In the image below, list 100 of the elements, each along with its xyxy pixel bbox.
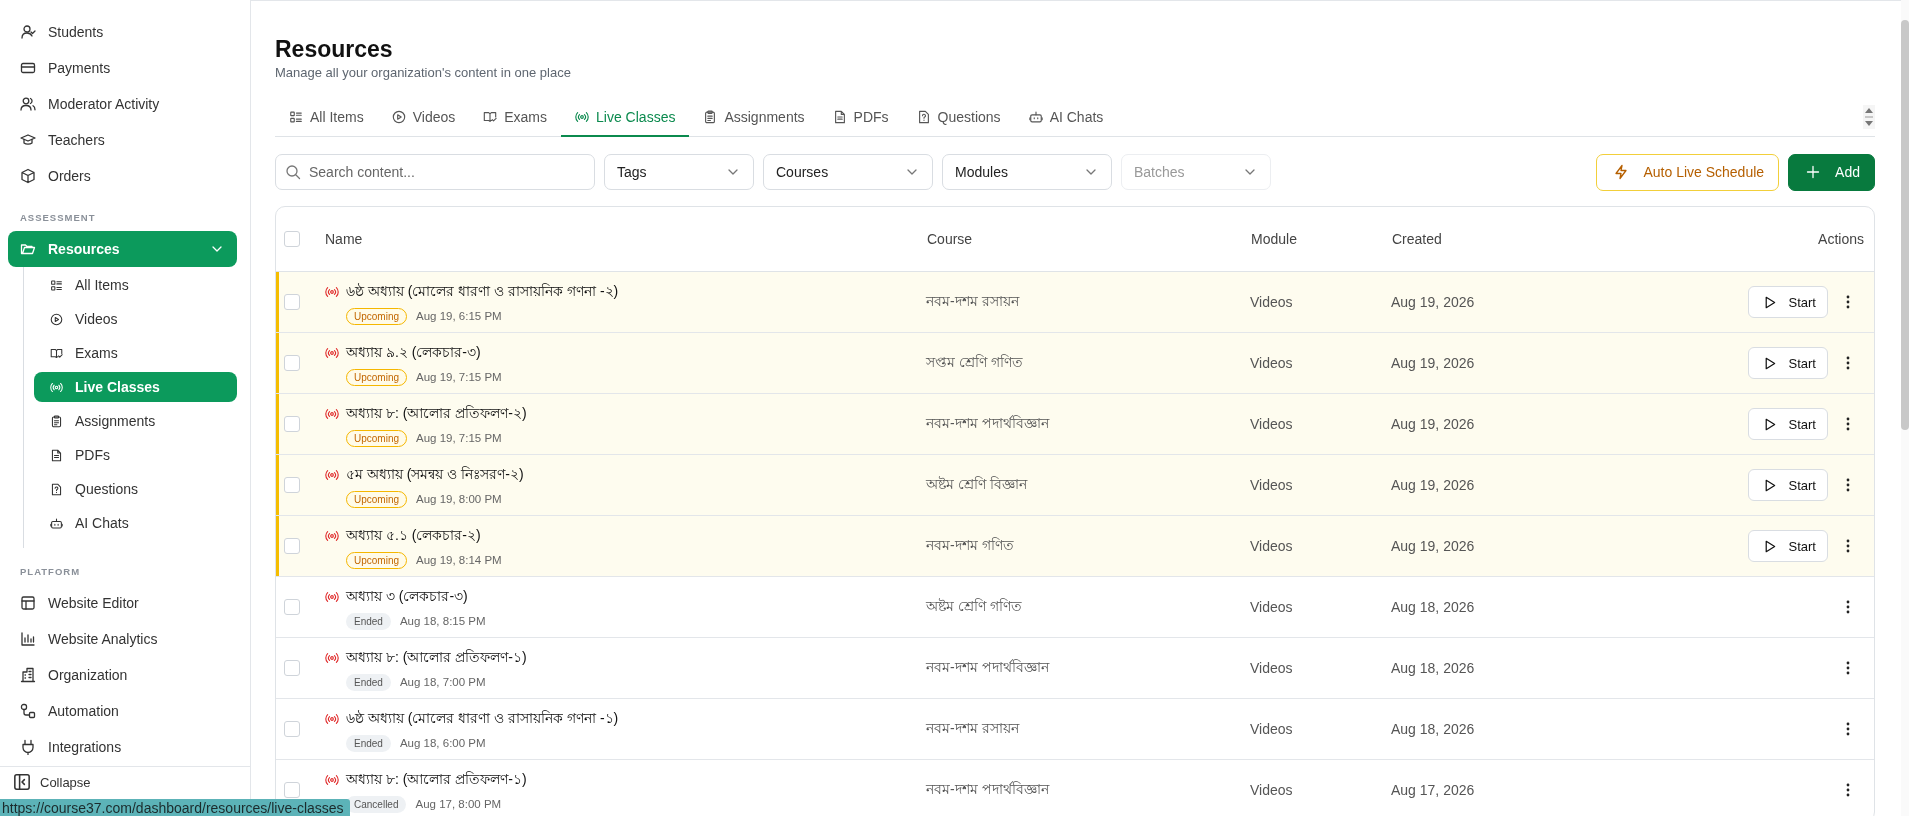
more-icon[interactable] <box>1846 356 1850 370</box>
checkbox[interactable] <box>284 477 300 493</box>
start-button[interactable]: Start <box>1747 408 1828 440</box>
more-icon[interactable] <box>1846 600 1850 614</box>
status-badge: Upcoming <box>346 490 408 508</box>
play-circle-icon <box>50 312 63 326</box>
sidebar-item[interactable]: Integrations <box>8 729 237 765</box>
start-button[interactable]: Start <box>1747 530 1828 562</box>
module-name: Videos <box>1250 538 1293 554</box>
course-name: নবম-দশম পদার্থবিজ্ঞান <box>926 781 1049 797</box>
checkbox[interactable] <box>284 782 300 798</box>
collapse-button[interactable]: Collapse <box>0 766 250 797</box>
sidebar-item[interactable]: Students <box>8 14 237 50</box>
checkbox[interactable] <box>284 231 300 247</box>
scrollbar[interactable] <box>1901 0 1909 816</box>
sidebar-item[interactable]: Teachers <box>8 122 237 158</box>
panel-icon <box>14 774 30 790</box>
sidebar-item[interactable]: Resources <box>8 231 237 267</box>
column-header: Course <box>927 231 973 247</box>
filter-dropdown[interactable]: Courses <box>763 154 933 190</box>
course-name: নবম-দশম পদার্থবিজ্ঞান <box>926 415 1049 431</box>
broadcast-icon <box>325 528 339 543</box>
checkbox[interactable] <box>284 355 300 371</box>
broadcast-icon <box>325 345 339 360</box>
course-name: অষ্টম শ্রেণি গণিত <box>926 598 1022 614</box>
checkbox[interactable] <box>284 599 300 615</box>
start-button[interactable]: Start <box>1747 469 1828 501</box>
play-circle-icon <box>391 109 406 124</box>
sidebar-item[interactable]: Videos <box>34 302 237 336</box>
status-badge: Upcoming <box>346 429 408 447</box>
document-icon <box>832 109 847 124</box>
class-name: ৫ম অধ্যায় (সমন্বয় ও নিঃসরণ-২) <box>346 464 524 484</box>
start-button[interactable]: Start <box>1747 286 1828 318</box>
scroll-arrows-icon[interactable] <box>1863 105 1875 129</box>
status-badge: Ended <box>346 734 391 752</box>
checkbox[interactable] <box>284 660 300 676</box>
folder-icon <box>20 241 36 257</box>
schedule-button[interactable]: Auto Live Schedule <box>1596 153 1780 191</box>
page-subtitle: Manage all your organization's content in one place <box>275 65 572 80</box>
sidebar-item[interactable]: Payments <box>8 50 237 86</box>
course-name: অষ্টম শ্রেণি বিজ্ঞান <box>926 476 1027 492</box>
class-name: অধ্যায় ৫.১ (লেকচার-২) <box>346 525 481 545</box>
search-field[interactable]: Search content... <box>275 154 595 190</box>
building-icon <box>20 667 36 683</box>
more-icon[interactable] <box>1846 478 1850 492</box>
tab[interactable]: Questions <box>902 98 1015 137</box>
tab[interactable]: Exams <box>469 98 562 137</box>
checkbox[interactable] <box>284 294 300 310</box>
checkbox[interactable] <box>284 538 300 554</box>
course-name: নবম-দশম পদার্থবিজ্ঞান <box>926 659 1049 675</box>
tab[interactable]: Live Classes <box>561 98 690 137</box>
checkbox[interactable] <box>284 416 300 432</box>
class-name: ৬ষ্ঠ অধ্যায় (মোলের ধারণা ও রাসায়নিক গণনা -২) <box>346 281 619 301</box>
class-name: অধ্যায় ৩ (লেকচার-৩) <box>346 586 468 606</box>
sidebar-item[interactable]: AI Chats <box>34 506 237 540</box>
status-badge: Ended <box>346 673 391 691</box>
class-name: অধ্যায় ৮: (আলোর প্রতিফলণ-১) <box>346 769 527 789</box>
more-icon[interactable] <box>1846 722 1850 736</box>
filter-dropdown[interactable]: Modules <box>942 154 1112 190</box>
sidebar-item[interactable]: Automation <box>8 693 237 729</box>
more-icon[interactable] <box>1846 539 1850 553</box>
question-file-icon <box>916 109 931 124</box>
plug-icon <box>20 739 36 755</box>
start-button[interactable]: Start <box>1747 347 1828 379</box>
tab[interactable]: Videos <box>377 98 470 137</box>
column-header: Name <box>325 231 363 247</box>
checkbox[interactable] <box>284 721 300 737</box>
sidebar-item[interactable]: All Items <box>34 268 237 302</box>
column-header: Created <box>1392 231 1442 247</box>
sidebar-item[interactable]: Website Editor <box>8 585 237 621</box>
sidebar-item[interactable]: Moderator Activity <box>8 86 237 122</box>
broadcast-icon <box>575 109 590 124</box>
add-button[interactable]: Add <box>1788 153 1875 191</box>
layout-icon <box>20 595 36 611</box>
sidebar-item[interactable]: Orders <box>8 158 237 194</box>
sidebar-item[interactable]: Website Analytics <box>8 621 237 657</box>
created-date: Aug 19, 2026 <box>1391 355 1475 371</box>
more-icon[interactable] <box>1846 783 1850 797</box>
more-icon[interactable] <box>1846 661 1850 675</box>
sidebar-item[interactable]: Exams <box>34 336 237 370</box>
tab[interactable]: AI Chats <box>1014 98 1118 137</box>
package-icon <box>20 168 36 184</box>
tab[interactable]: All Items <box>275 98 378 137</box>
more-icon[interactable] <box>1846 417 1850 431</box>
class-name: ৬ষ্ঠ অধ্যায় (মোলের ধারণা ও রাসায়নিক গণনা -১) <box>346 708 619 728</box>
sidebar-item[interactable]: Questions <box>34 472 237 506</box>
created-date: Aug 19, 2026 <box>1391 294 1475 310</box>
robot-icon <box>50 516 63 530</box>
course-name: নবম-দশম রসায়ন <box>926 720 1019 736</box>
sidebar-item[interactable]: Organization <box>8 657 237 693</box>
module-name: Videos <box>1250 355 1293 371</box>
tab[interactable]: Assignments <box>689 98 819 137</box>
status-badge: Ended <box>346 612 391 630</box>
class-name: অধ্যায় ৯.২ (লেকচার-৩) <box>346 342 481 362</box>
sidebar-item[interactable]: PDFs <box>34 438 237 472</box>
sidebar-item[interactable]: Live Classes <box>34 372 237 402</box>
sidebar-item[interactable]: Assignments <box>34 404 237 438</box>
tab[interactable]: PDFs <box>818 98 903 137</box>
filter-dropdown[interactable]: Tags <box>604 154 754 190</box>
more-icon[interactable] <box>1846 295 1850 309</box>
